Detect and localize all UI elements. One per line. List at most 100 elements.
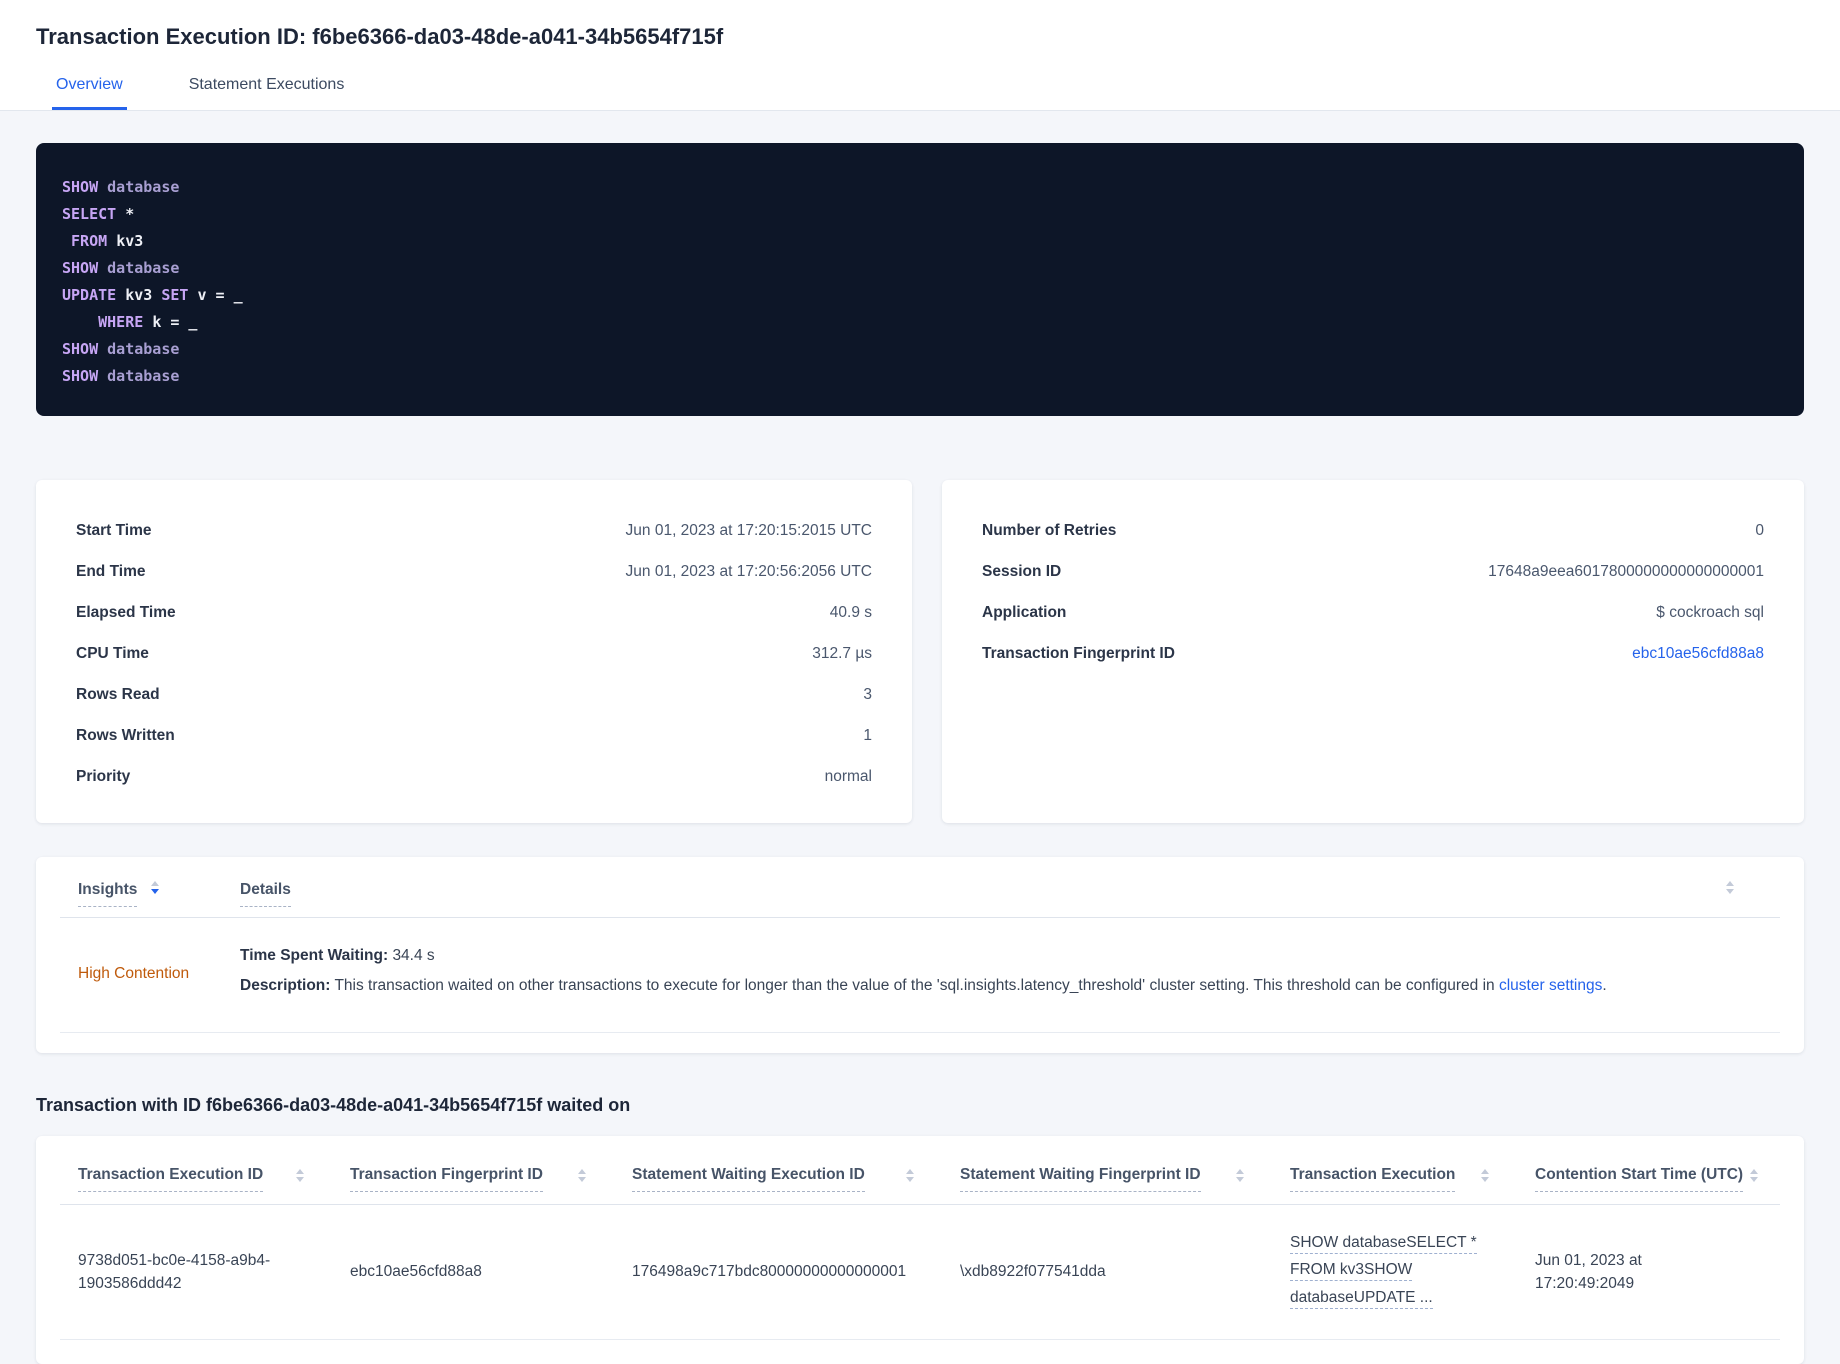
details-column-header: Details	[240, 881, 1726, 907]
insight-badge: High Contention	[78, 965, 190, 983]
sort-icon[interactable]	[1726, 881, 1734, 894]
row-label: Rows Read	[76, 685, 160, 703]
details-sort-header[interactable]: Details	[240, 881, 291, 907]
insights-sort-header[interactable]: Insights	[78, 881, 138, 907]
timing-summary-card: Start Time Jun 01, 2023 at 17:20:15:2015 …	[36, 480, 912, 823]
waiting-label: Time Spent Waiting:	[240, 947, 389, 964]
tab-statement-executions[interactable]: Statement Executions	[185, 76, 349, 110]
sort-icon[interactable]	[1750, 1169, 1758, 1183]
row-label: Application	[982, 603, 1067, 621]
stmt-waiting-execution-id-sort-header[interactable]: Statement Waiting Execution ID	[632, 1166, 865, 1193]
summary-row-start-time: Start Time Jun 01, 2023 at 17:20:15:2015 …	[76, 510, 872, 551]
sql-keyword: SELECT	[62, 205, 126, 223]
row-value: 3	[863, 685, 872, 703]
column-header-txn-execution: Transaction Execution	[1290, 1166, 1535, 1193]
row-label: End Time	[76, 562, 146, 580]
time-spent-waiting-line: Time Spent Waiting: 34.4 s	[240, 944, 1762, 968]
summary-row-rows-written: Rows Written 1	[76, 715, 872, 756]
sql-keyword: SHOW	[62, 178, 108, 196]
row-label: Transaction Fingerprint ID	[982, 644, 1175, 662]
sql-line: FROM kv3	[62, 228, 1778, 255]
sql-keyword: SHOW	[62, 367, 108, 385]
sort-icon[interactable]	[1481, 1169, 1489, 1183]
sql-text: k = _	[152, 313, 198, 331]
transaction-fingerprint-link[interactable]: ebc10ae56cfd88a8	[1632, 645, 1764, 663]
insight-row: High Contention Time Spent Waiting: 34.4…	[60, 918, 1780, 1034]
insights-card: Insights Details High Contention Time Sp…	[36, 857, 1804, 1054]
sort-icon[interactable]	[296, 1169, 304, 1183]
cluster-settings-link[interactable]: cluster settings	[1499, 977, 1602, 994]
sort-icon[interactable]	[578, 1169, 586, 1183]
sql-keyword: SHOW	[62, 340, 108, 358]
insight-details: Time Spent Waiting: 34.4 s Description: …	[240, 944, 1762, 1004]
txn-execution-id-sort-header[interactable]: Transaction Execution ID	[78, 1166, 264, 1193]
sql-text: v = _	[197, 286, 243, 304]
tab-overview[interactable]: Overview	[52, 76, 127, 110]
session-summary-card: Number of Retries 0 Session ID 17648a9eea6…	[942, 480, 1804, 823]
table-row: 9738d051-bc0e-4158-a9b4-1903586ddd42 ebc…	[60, 1205, 1780, 1340]
summary-row-txn-fingerprint: Transaction Fingerprint ID ebc10ae56cfd88…	[982, 633, 1764, 674]
contention-start-time-sort-header[interactable]: Contention Start Time (UTC)	[1535, 1166, 1744, 1193]
sql-line: UPDATE kv3 SET v = _	[62, 282, 1778, 309]
txn-execution-statement-link[interactable]: SHOW databaseSELECT * FROM kv3SHOW datab…	[1290, 1231, 1535, 1313]
description-period: .	[1602, 977, 1607, 995]
insights-table-header: Insights Details	[60, 881, 1780, 918]
column-header-stmt-waiting-execution-id: Statement Waiting Execution ID	[632, 1166, 960, 1193]
row-label: Start Time	[76, 521, 152, 539]
sql-identifier: database	[107, 259, 180, 277]
txn-execution-sort-header[interactable]: Transaction Execution	[1290, 1166, 1456, 1193]
page-header: Transaction Execution ID: f6be6366-da03-…	[0, 0, 1840, 111]
sql-text: kv3	[125, 286, 162, 304]
sort-icon[interactable]	[151, 881, 160, 894]
sql-line: SHOW database	[62, 363, 1778, 390]
summary-row-rows-read: Rows Read 3	[76, 674, 872, 715]
txn-execution-id-cell: 9738d051-bc0e-4158-a9b4-1903586ddd42	[78, 1251, 271, 1292]
sql-keyword: WHERE	[98, 313, 153, 331]
exec-line: databaseUPDATE ...	[1290, 1286, 1509, 1309]
sql-text: kv3	[116, 232, 144, 250]
contention-start-time-cell: Jun 01, 2023 at 17:20:49:2049	[1535, 1251, 1642, 1292]
row-value: 312.7 µs	[812, 644, 872, 662]
summary-row-end-time: End Time Jun 01, 2023 at 17:20:56:2056 UT…	[76, 551, 872, 592]
row-value: Jun 01, 2023 at 17:20:15:2015 UTC	[625, 521, 872, 539]
column-header-contention-start-time: Contention Start Time (UTC)	[1535, 1166, 1762, 1193]
summary-row-session-id: Session ID 17648a9eea60178000000000000000…	[982, 551, 1764, 592]
sort-icon[interactable]	[1236, 1169, 1244, 1183]
stmt-waiting-fingerprint-id-cell: \xdb8922f077541dda	[960, 1263, 1106, 1281]
row-value: 40.9 s	[829, 603, 872, 621]
sort-icon[interactable]	[906, 1169, 914, 1183]
sql-identifier: database	[107, 178, 180, 196]
row-value: 1	[863, 726, 872, 744]
row-label: Rows Written	[76, 726, 175, 744]
sql-keyword: FROM	[71, 232, 117, 250]
column-header-txn-fingerprint-id: Transaction Fingerprint ID	[350, 1166, 632, 1193]
waiting-value: 34.4 s	[392, 947, 435, 964]
stmt-waiting-fingerprint-id-sort-header[interactable]: Statement Waiting Fingerprint ID	[960, 1166, 1201, 1193]
column-header-txn-execution-id: Transaction Execution ID	[78, 1166, 350, 1193]
description-text: This transaction waited on other transac…	[334, 977, 1495, 995]
summary-row-application: Application $ cockroach sql	[982, 592, 1764, 633]
txn-fingerprint-id-cell: ebc10ae56cfd88a8	[350, 1263, 482, 1281]
description-line: Description: This transaction waited on …	[240, 974, 1762, 998]
summary-row-elapsed-time: Elapsed Time 40.9 s	[76, 592, 872, 633]
row-value: Jun 01, 2023 at 17:20:56:2056 UTC	[625, 562, 872, 580]
txn-fingerprint-id-sort-header[interactable]: Transaction Fingerprint ID	[350, 1166, 543, 1193]
row-label: Session ID	[982, 562, 1062, 580]
sql-line: WHERE k = _	[62, 309, 1778, 336]
row-label: CPU Time	[76, 644, 149, 662]
row-value: $ cockroach sql	[1656, 603, 1764, 621]
summary-row-retries: Number of Retries 0	[982, 510, 1764, 551]
transaction-sql-box: SHOW database SELECT * FROM kv3 SHOW dat…	[36, 143, 1804, 416]
row-value: 0	[1755, 521, 1764, 539]
summary-row-priority: Priority normal	[76, 756, 872, 797]
column-header-stmt-waiting-fingerprint-id: Statement Waiting Fingerprint ID	[960, 1166, 1290, 1193]
sql-text: *	[125, 205, 135, 223]
tab-bar: Overview Statement Executions	[36, 76, 1804, 110]
stmt-waiting-execution-id-cell: 176498a9c717bdc80000000000000001	[632, 1263, 907, 1281]
page-title: Transaction Execution ID: f6be6366-da03-…	[36, 24, 724, 49]
waited-on-table-header: Transaction Execution ID Transaction Fin…	[60, 1166, 1780, 1206]
main-content: SHOW database SELECT * FROM kv3 SHOW dat…	[0, 111, 1840, 1364]
summary-cards: Start Time Jun 01, 2023 at 17:20:15:2015 …	[36, 480, 1804, 823]
